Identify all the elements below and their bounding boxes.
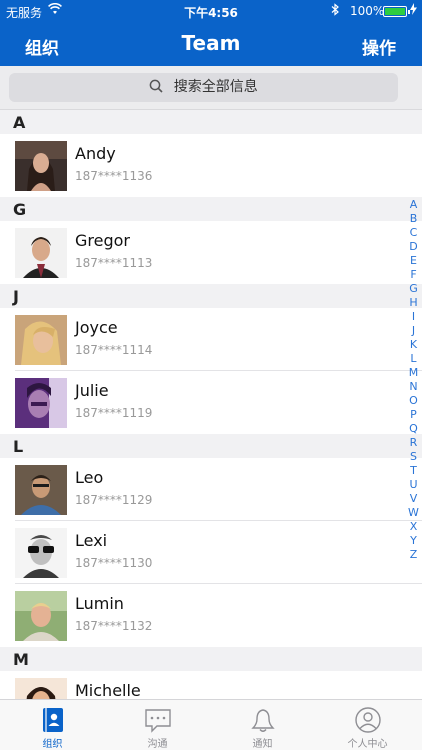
index-letter[interactable]: X: [405, 520, 422, 534]
contact-row[interactable]: Lexi 187****1130: [0, 521, 422, 584]
index-letter[interactable]: O: [405, 394, 422, 408]
search-bar: 搜索全部信息: [0, 66, 422, 110]
alphabet-index[interactable]: ABCDEFGHIJKLMNOPQRSTUVWXYZ: [405, 198, 422, 562]
tab-profile[interactable]: 个人中心: [315, 700, 420, 750]
contact-phone: 187****1136: [75, 169, 153, 183]
contact-name: Andy: [75, 144, 116, 163]
section-header-g: G: [0, 197, 422, 221]
bluetooth-icon: [331, 3, 340, 19]
contact-name: Leo: [75, 468, 104, 487]
avatar: [15, 591, 67, 641]
index-letter[interactable]: Y: [405, 534, 422, 548]
contact-row[interactable]: Andy 187****1136: [0, 134, 422, 197]
contact-phone: 187****1129: [75, 493, 153, 507]
contact-name: Gregor: [75, 231, 130, 250]
avatar: [15, 465, 67, 515]
contact-name: Julie: [75, 381, 109, 400]
contact-phone: 187****1132: [75, 619, 153, 633]
index-letter[interactable]: B: [405, 212, 422, 226]
index-letter[interactable]: E: [405, 254, 422, 268]
tab-organization[interactable]: 组织: [0, 700, 105, 750]
avatar: [15, 315, 67, 365]
contact-name: Michelle: [75, 681, 141, 699]
section-header-a: A: [0, 110, 422, 134]
tab-label: 通知: [252, 739, 273, 750]
index-letter[interactable]: J: [405, 324, 422, 338]
contact-name: Lumin: [75, 594, 124, 613]
index-letter[interactable]: A: [405, 198, 422, 212]
index-letter[interactable]: L: [405, 352, 422, 366]
index-letter[interactable]: U: [405, 478, 422, 492]
contact-row[interactable]: Gregor 187****1113: [0, 221, 422, 284]
section-header-m: M: [0, 647, 422, 671]
contact-row[interactable]: Leo 187****1129: [0, 458, 422, 521]
index-letter[interactable]: R: [405, 436, 422, 450]
contact-name: Joyce: [75, 318, 118, 337]
battery-icon: [383, 6, 410, 17]
avatar: [15, 678, 67, 699]
index-letter[interactable]: S: [405, 450, 422, 464]
tab-notifications[interactable]: 通知: [210, 700, 315, 750]
index-letter[interactable]: C: [405, 226, 422, 240]
contact-row[interactable]: Julie 187****1119: [0, 371, 422, 434]
section-header-l: L: [0, 434, 422, 458]
index-letter[interactable]: I: [405, 310, 422, 324]
index-letter[interactable]: V: [405, 492, 422, 506]
index-letter[interactable]: Z: [405, 548, 422, 562]
index-letter[interactable]: Q: [405, 422, 422, 436]
contact-row[interactable]: Joyce 187****1114: [0, 308, 422, 371]
contact-phone: 187****1113: [75, 256, 153, 270]
index-letter[interactable]: D: [405, 240, 422, 254]
index-letter[interactable]: W: [405, 506, 422, 520]
bell-icon: [210, 705, 315, 733]
index-letter[interactable]: M: [405, 366, 422, 380]
contact-name: Lexi: [75, 531, 108, 550]
avatar: [15, 141, 67, 191]
search-placeholder: 搜索全部信息: [173, 79, 258, 95]
index-letter[interactable]: N: [405, 380, 422, 394]
contact-phone: 187****1130: [75, 556, 153, 570]
contact-phone: 187****1114: [75, 343, 153, 357]
page-title: Team: [181, 31, 241, 55]
status-bar: 无服务 下午4:56 100%: [0, 0, 422, 22]
index-letter[interactable]: T: [405, 464, 422, 478]
top-bar: 无服务 下午4:56 100% 组织 Team 操作: [0, 0, 422, 66]
contacts-book-icon: [0, 705, 105, 733]
contact-row[interactable]: Lumin 187****1132: [0, 584, 422, 647]
index-letter[interactable]: K: [405, 338, 422, 352]
avatar: [15, 228, 67, 278]
chat-bubble-icon: [105, 705, 210, 733]
section-header-j: J: [0, 284, 422, 308]
tab-communication[interactable]: 沟通: [105, 700, 210, 750]
contact-row[interactable]: Michelle: [0, 671, 422, 699]
contact-phone: 187****1119: [75, 406, 153, 420]
index-letter[interactable]: G: [405, 282, 422, 296]
battery-percentage: 100%: [350, 4, 385, 18]
tab-bar: 组织 沟通 通知 个人中心: [0, 699, 422, 750]
avatar: [15, 378, 67, 428]
index-letter[interactable]: P: [405, 408, 422, 422]
index-letter[interactable]: H: [405, 296, 422, 310]
actions-nav-button[interactable]: 操作: [362, 34, 396, 59]
contact-list[interactable]: A Andy 187****1136 G Gregor 187****1113 …: [0, 110, 422, 699]
tab-label: 沟通: [147, 739, 168, 750]
avatar: [15, 528, 67, 578]
user-profile-icon: [315, 705, 420, 733]
tab-label: 组织: [42, 739, 63, 750]
search-input[interactable]: 搜索全部信息: [9, 73, 398, 102]
search-icon: [149, 79, 173, 95]
index-letter[interactable]: F: [405, 268, 422, 282]
charging-icon: [410, 3, 417, 18]
tab-label: 个人中心: [347, 739, 388, 750]
